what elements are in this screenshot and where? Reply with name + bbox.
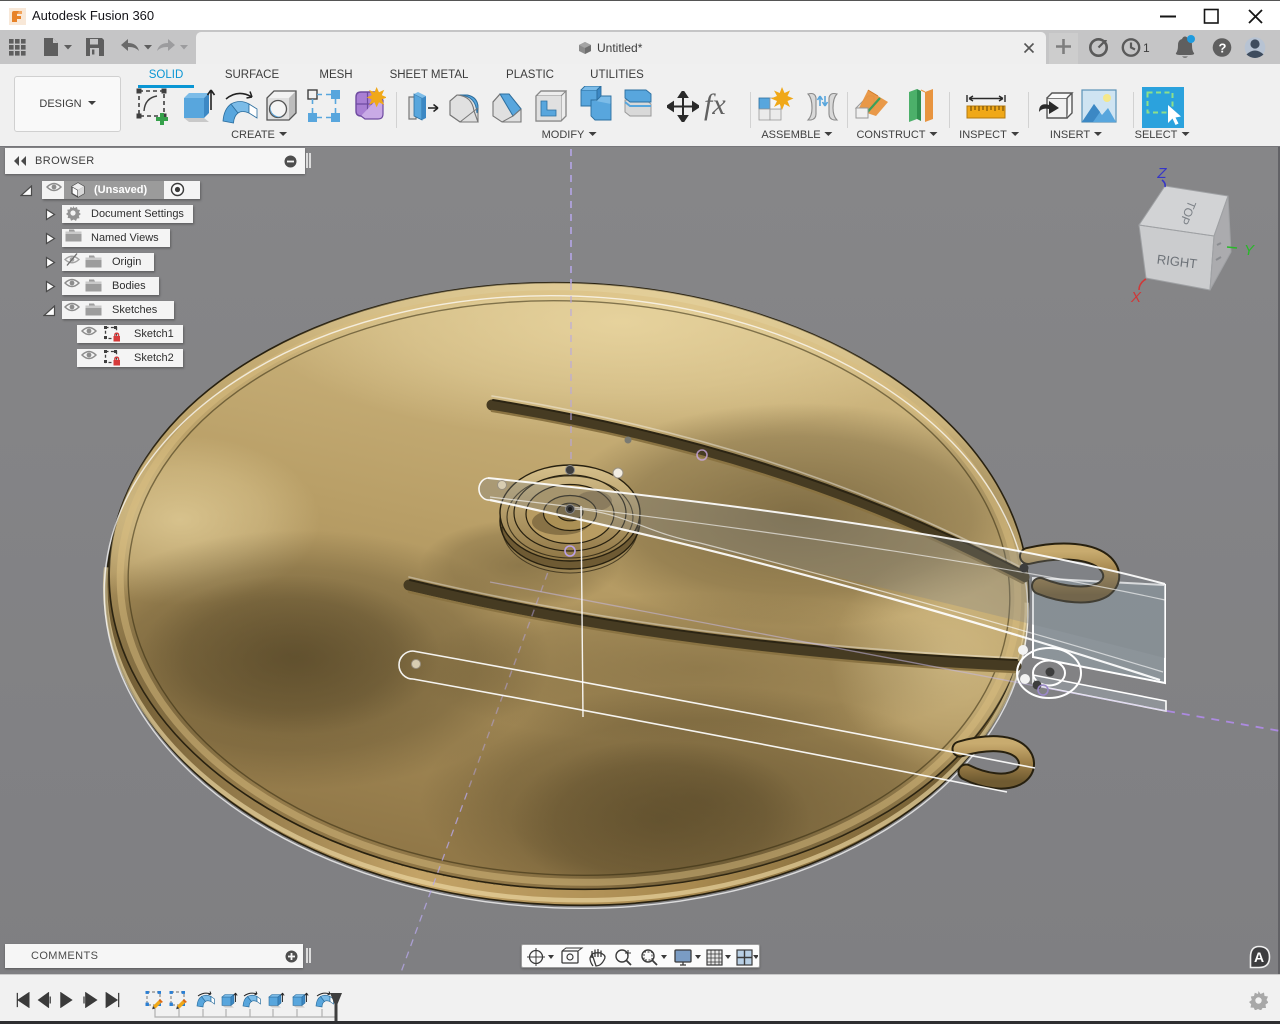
svg-text:Y: Y bbox=[1244, 242, 1255, 259]
svg-text:A: A bbox=[1254, 949, 1264, 965]
svg-text:1: 1 bbox=[1143, 41, 1150, 55]
svg-text:?: ? bbox=[1219, 41, 1227, 56]
svg-text:Z: Z bbox=[1156, 165, 1167, 182]
svg-text:X: X bbox=[1130, 289, 1142, 306]
